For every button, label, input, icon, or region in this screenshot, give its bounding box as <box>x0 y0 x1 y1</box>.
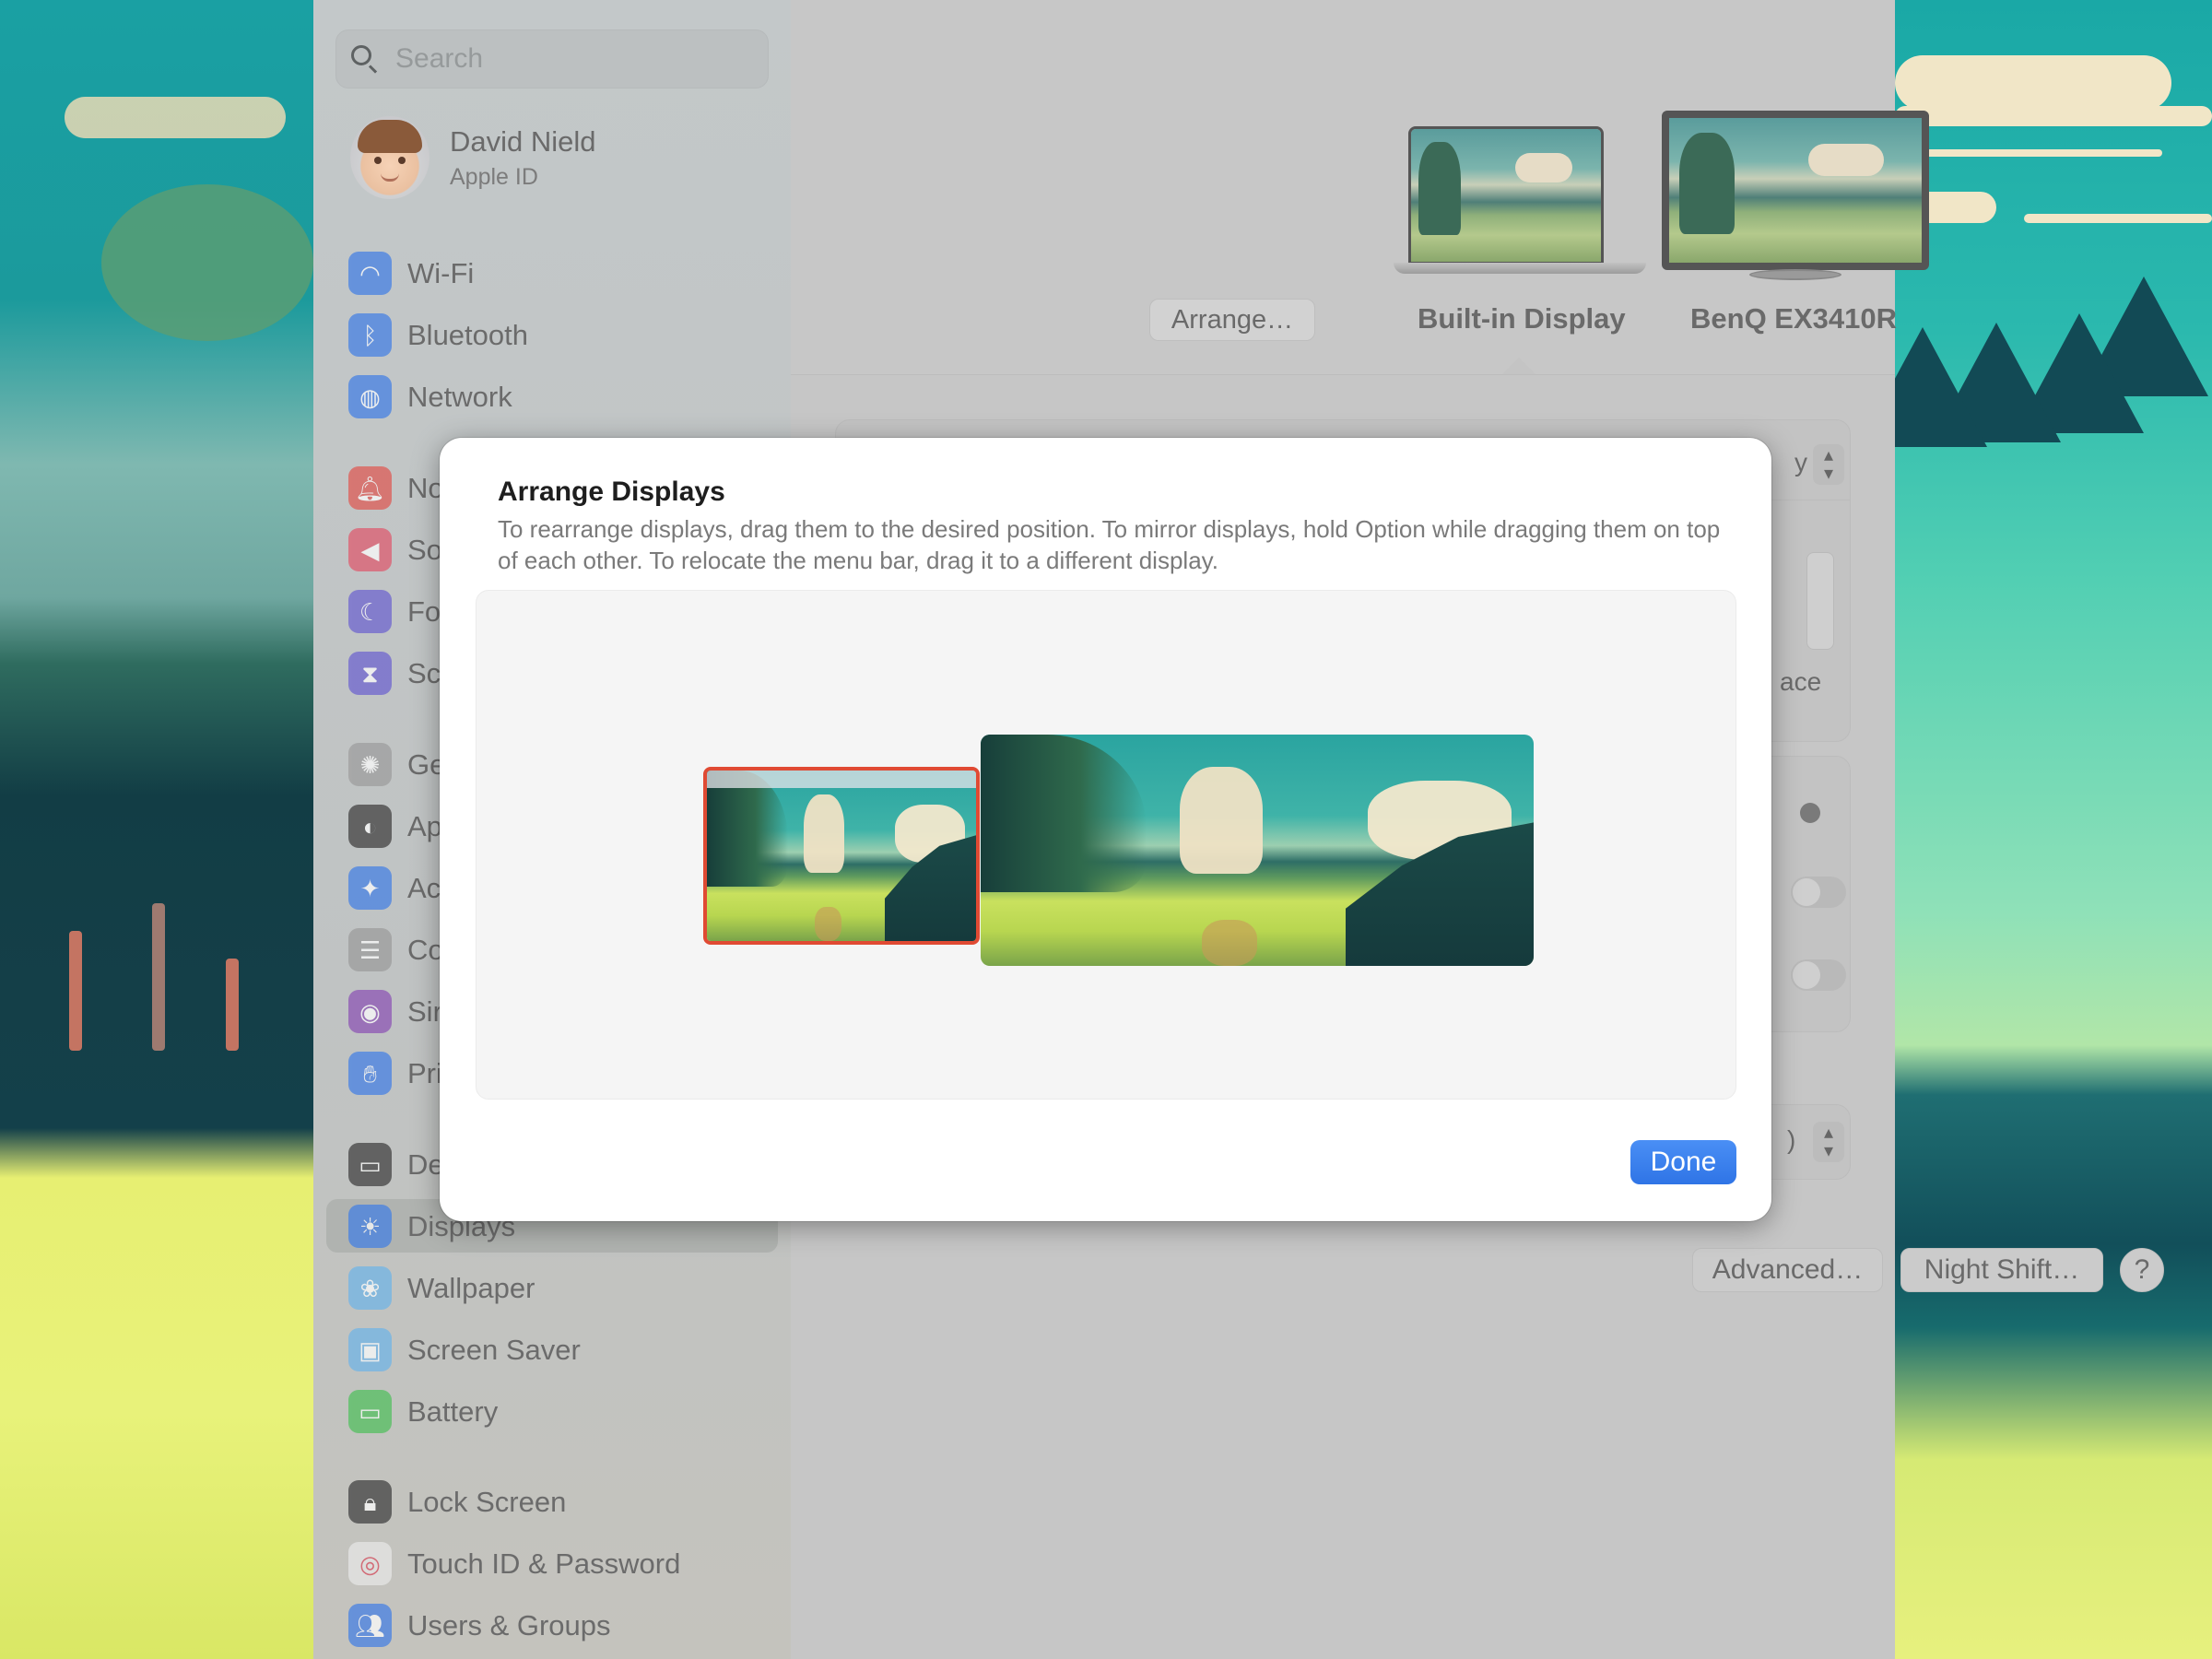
screen-saver-icon: ▣ <box>348 1328 392 1371</box>
flower-icon: ❀ <box>348 1266 392 1310</box>
arrange-displays-dialog: Arrange Displays To rearrange displays, … <box>440 438 1771 1221</box>
display-arrangement-canvas <box>476 590 1736 1100</box>
siri-icon: ◉ <box>348 990 392 1033</box>
accessibility-icon: ✦ <box>348 866 392 910</box>
menu-bar-indicator[interactable] <box>707 771 976 788</box>
search-icon <box>351 45 371 65</box>
sidebar-item-label: Network <box>407 381 512 413</box>
option-label: ace <box>1780 667 1822 696</box>
toggle-switch[interactable] <box>1791 959 1846 991</box>
search-field[interactable]: Search <box>335 29 769 88</box>
wallpaper-cloud <box>65 97 286 138</box>
sidebar-item-label: Wallpaper <box>407 1272 535 1304</box>
hand-icon: ✋︎ <box>348 1052 392 1095</box>
avatar <box>350 116 429 199</box>
refresh-value: ) <box>1787 1125 1796 1154</box>
users-icon: 👥︎ <box>348 1604 392 1647</box>
wallpaper-trunk <box>226 959 239 1051</box>
sidebar-item-touch-id-password[interactable]: ◎ Touch ID & Password <box>326 1536 778 1590</box>
sun-icon: ☀ <box>348 1205 392 1248</box>
sidebar-item-label: Battery <box>407 1395 499 1428</box>
gear-icon: ✺ <box>348 743 392 786</box>
apple-id-profile[interactable]: David Nield Apple ID <box>350 116 756 205</box>
done-button[interactable]: Done <box>1630 1140 1736 1184</box>
sidebar-item-network[interactable]: ◍ Network <box>326 370 778 423</box>
wallpaper-cloud <box>1895 55 2171 111</box>
sidebar-item-battery[interactable]: ▭ Battery <box>326 1384 778 1438</box>
sidebar-item-label: Wi-Fi <box>407 257 475 289</box>
profile-name: David Nield <box>450 125 596 158</box>
sidebar-item-label: Screen Saver <box>407 1334 581 1366</box>
sidebar-item-users-groups[interactable]: 👥︎ Users & Groups <box>326 1598 778 1652</box>
wallpaper-cloud <box>1923 149 2162 157</box>
wallpaper-foliage <box>101 184 313 341</box>
display-label-benq[interactable]: BenQ EX3410R <box>1690 302 1897 335</box>
wallpaper-cloud <box>1895 106 2212 126</box>
display-thumb-benq[interactable] <box>1662 111 1929 281</box>
desktop-wallpaper-right <box>1858 0 2212 1659</box>
wallpaper-cloud <box>2024 214 2212 223</box>
help-button[interactable]: ? <box>2120 1248 2164 1292</box>
dialog-title: Arrange Displays <box>498 477 725 507</box>
arrange-button[interactable]: Arrange… <box>1149 299 1315 341</box>
wallpaper-trunk <box>152 903 165 1051</box>
hourglass-icon: ⧗ <box>348 652 392 695</box>
display-thumb-built-in[interactable] <box>1394 126 1646 276</box>
sidebar-item-wallpaper[interactable]: ❀ Wallpaper <box>326 1261 778 1314</box>
moon-icon: ☾ <box>348 590 392 633</box>
sidebar-item-bluetooth[interactable]: ᛒ Bluetooth <box>326 308 778 361</box>
sidebar-item-label: Lock Screen <box>407 1486 567 1518</box>
sidebar-item-label: Touch ID & Password <box>407 1547 681 1580</box>
select-stepper[interactable]: ▴ ▾ <box>1813 444 1844 485</box>
profile-subtitle: Apple ID <box>450 164 538 190</box>
display-label-built-in[interactable]: Built-in Display <box>1418 302 1626 335</box>
display-selector: Arrange… Built-in Display BenQ EX3410R <box>791 0 1929 375</box>
desktop-wallpaper-left <box>0 0 313 1659</box>
wifi-icon: ◠ <box>348 252 392 295</box>
select-value: y <box>1794 448 1807 477</box>
bell-icon: 🔔︎ <box>348 466 392 510</box>
night-shift-button[interactable]: Night Shift… <box>1900 1248 2103 1292</box>
dialog-description: To rearrange displays, drag them to the … <box>498 515 1721 574</box>
search-placeholder: Search <box>395 43 484 74</box>
selection-pointer <box>1502 358 1535 374</box>
arrange-display-built-in[interactable] <box>703 767 980 945</box>
control-center-icon: ☰ <box>348 928 392 971</box>
sidebar-item-label: Users & Groups <box>407 1609 611 1641</box>
sidebar-item-wi-fi[interactable]: ◠ Wi-Fi <box>326 246 778 300</box>
appearance-icon: ◐ <box>348 805 392 848</box>
dock-icon: ▭ <box>348 1143 392 1186</box>
lock-icon: 🔒︎ <box>348 1480 392 1524</box>
wallpaper-trunk <box>69 931 82 1051</box>
fingerprint-icon: ◎ <box>348 1542 392 1585</box>
arrange-display-benq[interactable] <box>981 735 1534 966</box>
globe-icon: ◍ <box>348 375 392 418</box>
speaker-icon: ◀ <box>348 528 392 571</box>
sidebar-item-label: Bluetooth <box>407 319 528 351</box>
bluetooth-icon: ᛒ <box>348 313 392 357</box>
sidebar-item-screen-saver[interactable]: ▣ Screen Saver <box>326 1323 778 1376</box>
brightness-sun-icon <box>1800 803 1820 823</box>
advanced-button[interactable]: Advanced… <box>1692 1248 1883 1292</box>
toggle-switch[interactable] <box>1791 877 1846 908</box>
sidebar-item-lock-screen[interactable]: 🔒︎ Lock Screen <box>326 1475 778 1528</box>
select-stepper[interactable]: ▴ ▾ <box>1813 1122 1844 1162</box>
preview-card <box>1806 552 1834 650</box>
battery-icon: ▭ <box>348 1390 392 1433</box>
